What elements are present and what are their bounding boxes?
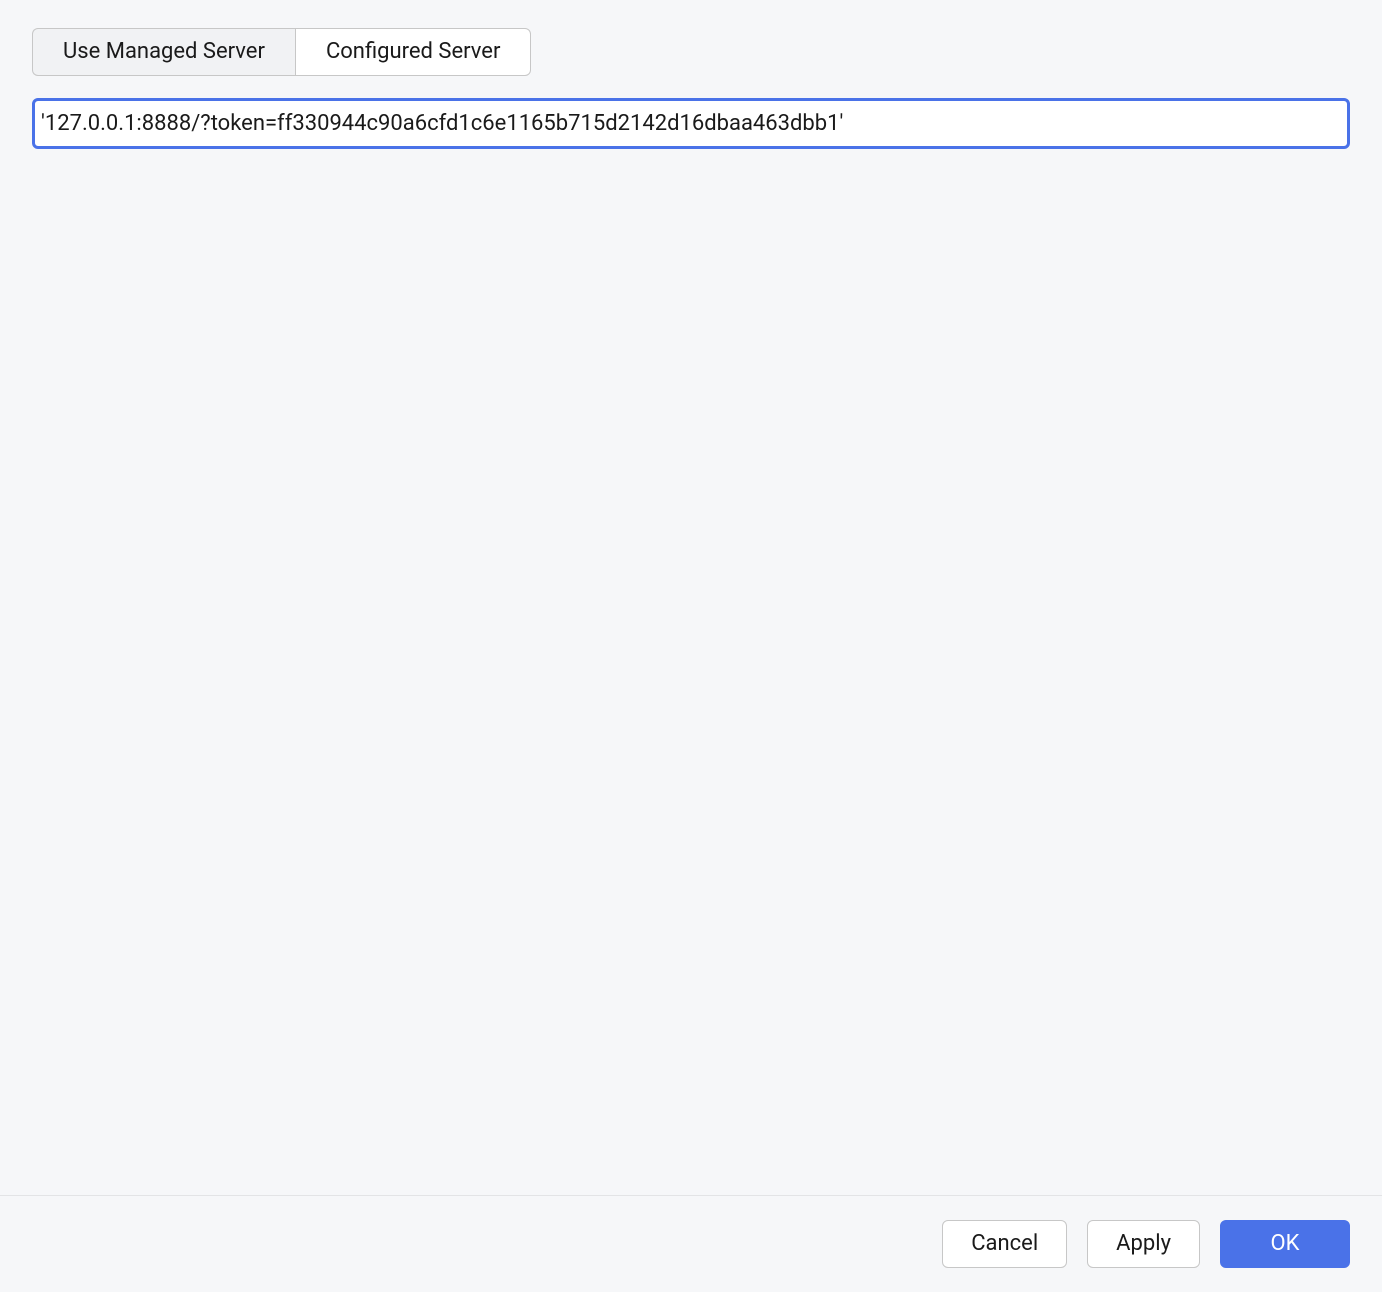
cancel-button[interactable]: Cancel: [942, 1220, 1067, 1268]
settings-panel: Use Managed Server Configured Server: [0, 0, 1382, 177]
server-url-input[interactable]: [32, 98, 1350, 149]
dialog-footer: Cancel Apply OK: [0, 1195, 1382, 1292]
server-mode-toggle: Use Managed Server Configured Server: [32, 28, 531, 76]
tab-configured-server[interactable]: Configured Server: [295, 28, 532, 76]
ok-button[interactable]: OK: [1220, 1220, 1350, 1268]
tab-use-managed-server[interactable]: Use Managed Server: [32, 28, 295, 76]
apply-button[interactable]: Apply: [1087, 1220, 1200, 1268]
